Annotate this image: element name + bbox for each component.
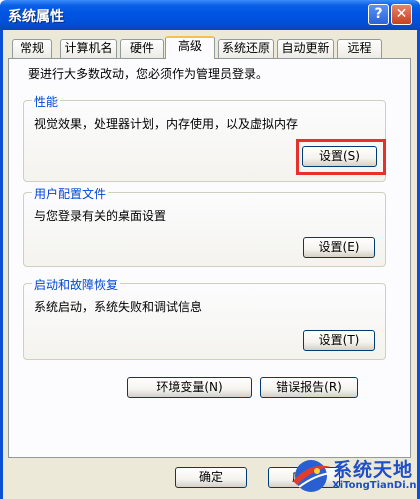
ok-button[interactable]: 确定	[175, 467, 247, 488]
watermark-url: XiTongTianDi.net	[332, 480, 420, 491]
tab-system-restore[interactable]: 系统还原	[218, 39, 274, 58]
tab-hardware[interactable]: 硬件	[120, 39, 164, 58]
performance-description: 视觉效果，处理器计划，内存使用，以及虚拟内存	[34, 117, 299, 131]
highlight-box	[296, 139, 386, 175]
close-button[interactable]: ✕	[391, 4, 412, 25]
site-watermark-logo: 系统天地 XiTongTianDi.net	[287, 451, 420, 499]
startup-recovery-settings-button[interactable]: 设置(T)	[303, 330, 375, 351]
startup-recovery-title: 启动和故障恢复	[32, 276, 121, 293]
window-title: 系统属性	[8, 9, 64, 25]
user-profiles-title: 用户配置文件	[32, 185, 109, 202]
tab-remote[interactable]: 远程	[337, 39, 382, 58]
title-bar: 系统属性 ? ✕	[0, 0, 420, 30]
tab-auto-update[interactable]: 自动更新	[277, 39, 334, 58]
admin-note: 要进行大多数改动，您必须作为管理员登录。	[28, 67, 269, 81]
globe-logo-icon	[293, 460, 332, 492]
watermark-name: 系统天地	[333, 459, 414, 481]
error-report-button[interactable]: 错误报告(R)	[260, 377, 358, 398]
environment-variables-button[interactable]: 环境变量(N)	[127, 377, 252, 398]
tab-general[interactable]: 常规	[12, 39, 52, 58]
tab-advanced[interactable]: 高级	[165, 36, 215, 59]
user-profiles-description: 与您登录有关的桌面设置	[34, 209, 167, 223]
startup-recovery-description: 系统启动，系统失败和调试信息	[34, 300, 203, 314]
user-profiles-settings-button[interactable]: 设置(E)	[303, 237, 375, 258]
tab-computer-name[interactable]: 计算机名	[60, 39, 117, 58]
performance-title: 性能	[32, 93, 61, 110]
help-button[interactable]: ?	[368, 4, 389, 25]
